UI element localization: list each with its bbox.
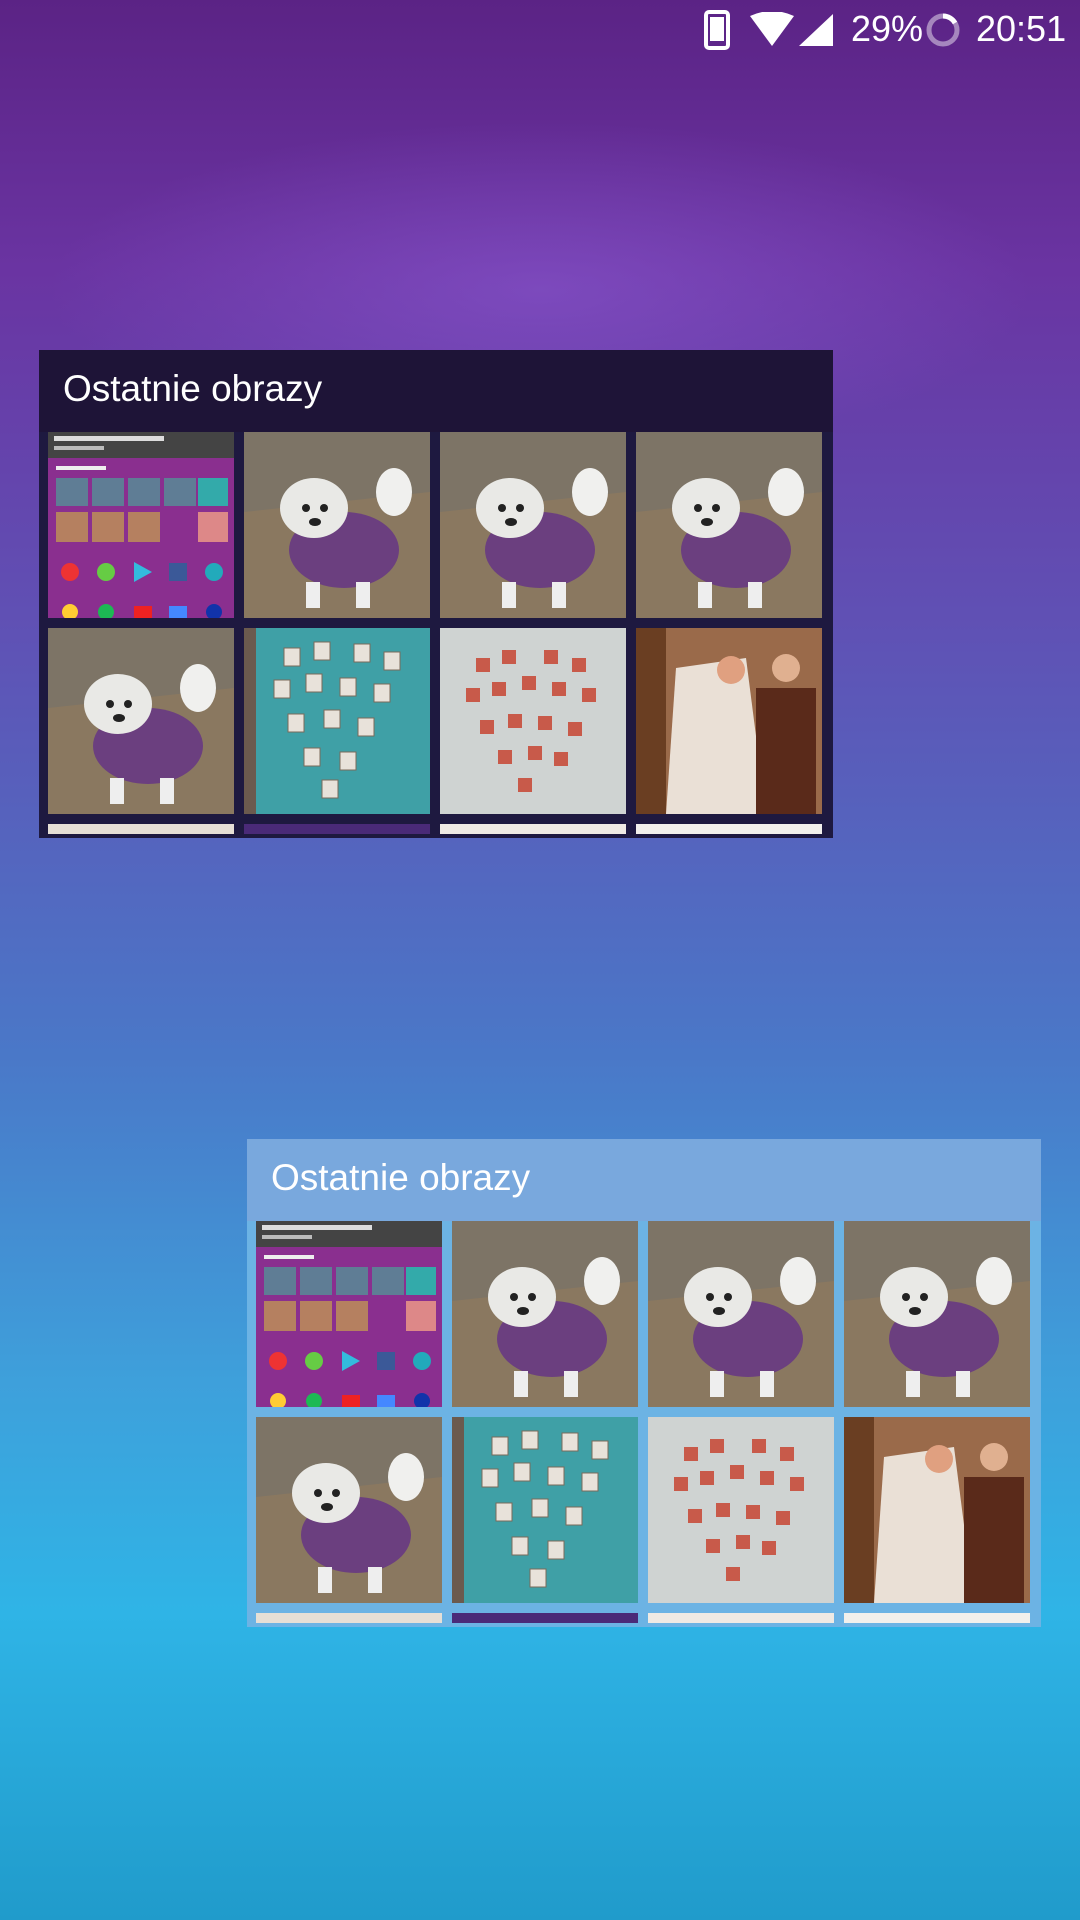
clock: 20:51: [976, 8, 1067, 49]
thumbnail-heart-photo-wall-teal[interactable]: [452, 1417, 638, 1603]
cell-signal-icon: [799, 14, 833, 46]
thumbnail-dog-photo[interactable]: [636, 432, 822, 618]
thumbnail-partial[interactable]: [636, 824, 822, 834]
thumbnail-screenshot-thumbnail[interactable]: [256, 1221, 442, 1407]
thumbnail-dog-photo[interactable]: [648, 1221, 834, 1407]
thumbnail-screenshot-thumbnail[interactable]: [48, 432, 234, 618]
wifi-icon: [750, 12, 794, 46]
thumbnail-dog-photo[interactable]: [256, 1417, 442, 1603]
battery-charging-icon: [926, 13, 960, 47]
thumbnail-partial[interactable]: [648, 1613, 834, 1623]
thumbnail-dog-photo[interactable]: [244, 432, 430, 618]
recent-images-widget-light[interactable]: Ostatnie obrazy: [247, 1139, 1041, 1627]
widget-title: Ostatnie obrazy: [63, 368, 323, 409]
thumbnail-dog-photo[interactable]: [844, 1221, 1030, 1407]
thumbnail-heart-photo-wall-white[interactable]: [648, 1417, 834, 1603]
thumbnail-partial[interactable]: [844, 1613, 1030, 1623]
thumbnail-dog-photo[interactable]: [452, 1221, 638, 1407]
thumbnail-dog-photo[interactable]: [440, 432, 626, 618]
status-bar: 29% 20:51: [0, 0, 1080, 60]
widget-title: Ostatnie obrazy: [271, 1157, 531, 1198]
thumbnail-wedding-photo[interactable]: [636, 628, 822, 814]
widget-header: Ostatnie obrazy: [39, 350, 833, 432]
recent-images-widget-dark[interactable]: Ostatnie obrazy: [39, 350, 833, 838]
thumbnail-wedding-photo[interactable]: [844, 1417, 1030, 1603]
phone-portrait-icon: [704, 10, 730, 50]
thumbnail-partial[interactable]: [244, 824, 430, 834]
thumbnail-partial[interactable]: [452, 1613, 638, 1623]
thumbnail-dog-photo[interactable]: [48, 628, 234, 814]
thumbnail-partial[interactable]: [440, 824, 626, 834]
thumbnail-heart-photo-wall-white[interactable]: [440, 628, 626, 814]
thumbnail-partial[interactable]: [48, 824, 234, 834]
thumbnail-heart-photo-wall-teal[interactable]: [244, 628, 430, 814]
widget-header: Ostatnie obrazy: [247, 1139, 1041, 1221]
thumbnail-partial[interactable]: [256, 1613, 442, 1623]
battery-percent: 29%: [851, 8, 924, 49]
